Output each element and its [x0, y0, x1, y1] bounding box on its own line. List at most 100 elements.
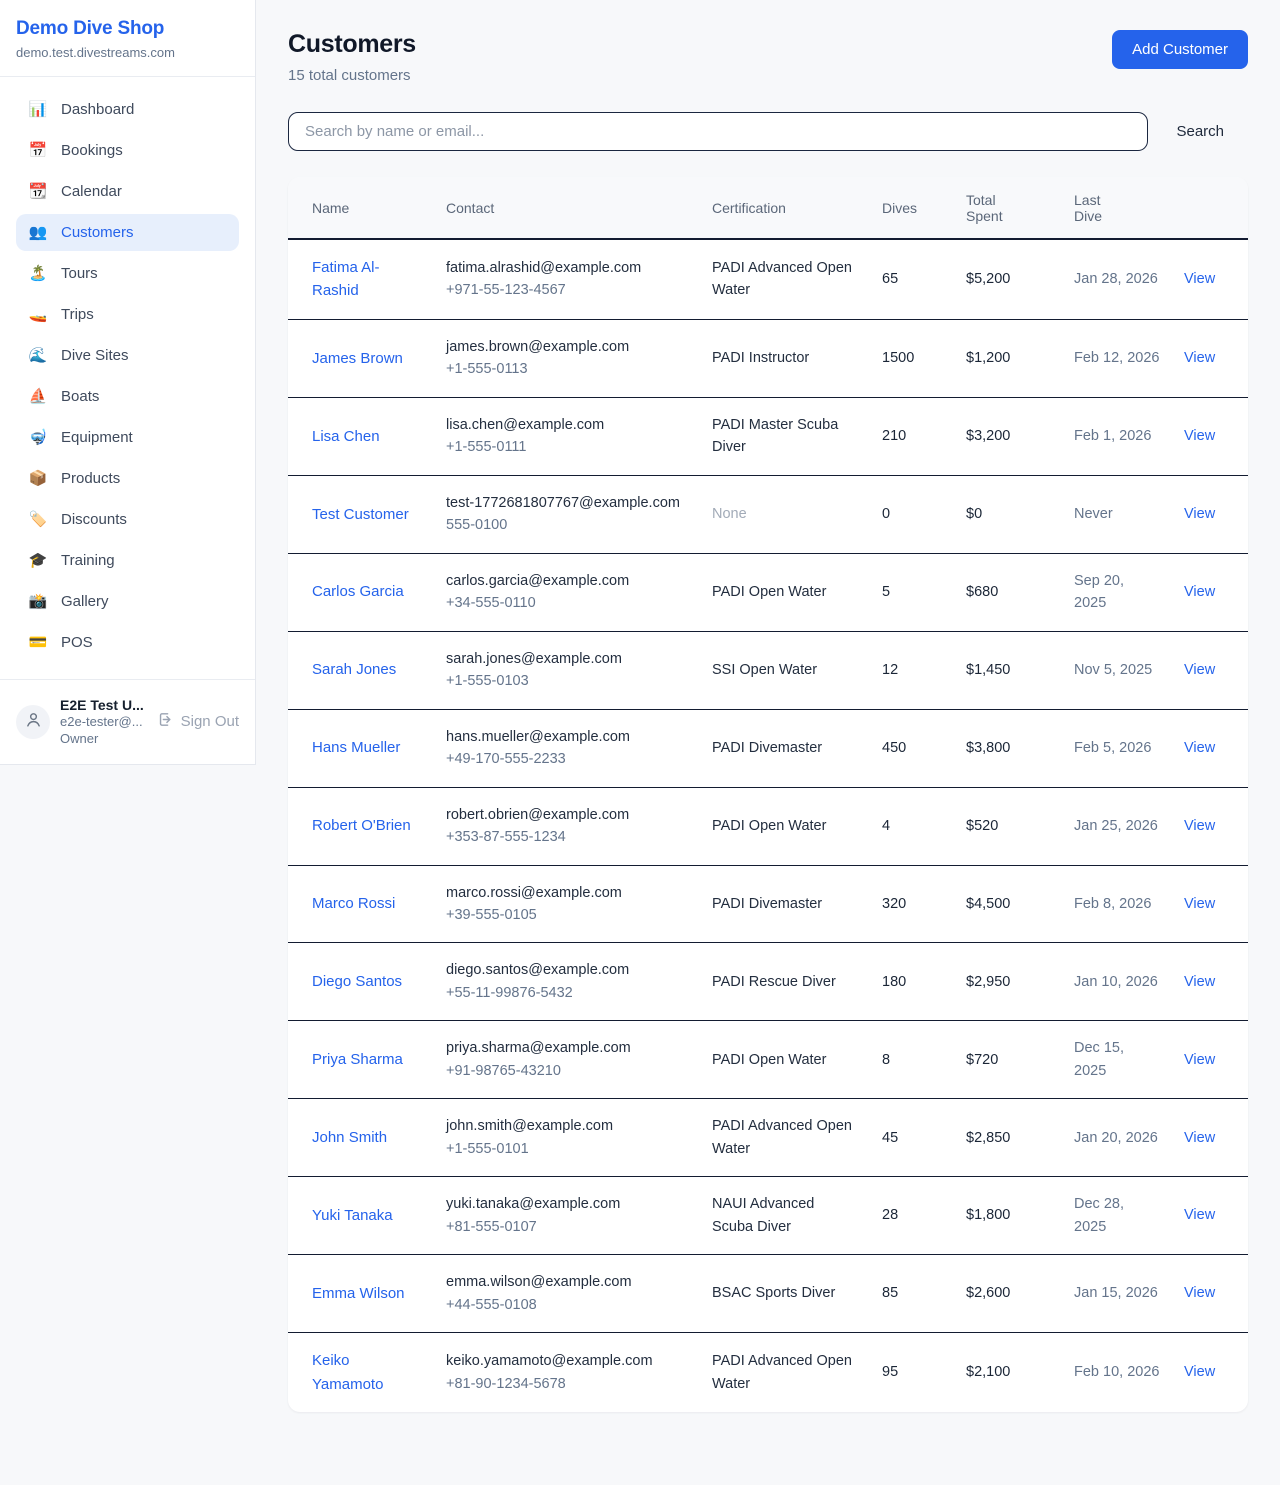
sidebar-item-gallery[interactable]: 📸 Gallery [16, 583, 239, 620]
table-row: Fatima Al-Rashid fatima.alrashid@example… [288, 239, 1248, 319]
shop-name[interactable]: Demo Dive Shop [16, 18, 239, 40]
sign-out-label: Sign Out [181, 713, 239, 730]
add-customer-button[interactable]: Add Customer [1112, 30, 1248, 69]
sidebar-item-label: Discounts [61, 511, 127, 528]
view-link[interactable]: View [1184, 1364, 1215, 1380]
customer-total-spent: $4,500 [966, 896, 1010, 912]
sidebar-item-customers[interactable]: 👥 Customers [16, 214, 239, 251]
view-link[interactable]: View [1184, 740, 1215, 756]
table-row: Emma Wilson emma.wilson@example.com +44-… [288, 1255, 1248, 1333]
view-link[interactable]: View [1184, 1052, 1215, 1068]
view-link[interactable]: View [1184, 350, 1215, 366]
view-link[interactable]: View [1184, 1130, 1215, 1146]
customer-name-link[interactable]: Hans Mueller [312, 739, 400, 756]
customer-name-link[interactable]: Priya Sharma [312, 1051, 403, 1068]
table-row: James Brown james.brown@example.com +1-5… [288, 319, 1248, 397]
sidebar-item-dive-sites[interactable]: 🌊 Dive Sites [16, 337, 239, 374]
customer-name-link[interactable]: Yuki Tanaka [312, 1207, 393, 1224]
view-link[interactable]: View [1184, 428, 1215, 444]
customer-certification: PADI Master Scuba Diver [712, 417, 838, 455]
table-row: Test Customer test-1772681807767@example… [288, 475, 1248, 553]
customer-name-link[interactable]: Carlos Garcia [312, 583, 404, 600]
customer-total-spent: $2,950 [966, 974, 1010, 990]
search-button[interactable]: Search [1148, 113, 1248, 150]
customer-name-link[interactable]: Lisa Chen [312, 428, 380, 445]
customer-dives: 320 [882, 896, 906, 912]
customer-dives: 85 [882, 1285, 898, 1301]
table-row: Sarah Jones sarah.jones@example.com +1-5… [288, 631, 1248, 709]
customer-certification: PADI Open Water [712, 584, 826, 600]
customer-name-link[interactable]: Emma Wilson [312, 1285, 405, 1302]
customers-icon: 👥 [28, 225, 48, 240]
view-link[interactable]: View [1184, 818, 1215, 834]
table-row: Keiko Yamamoto keiko.yamamoto@example.co… [288, 1333, 1248, 1412]
title-block: Customers 15 total customers [288, 30, 416, 84]
view-link[interactable]: View [1184, 506, 1215, 522]
table-row: Marco Rossi marco.rossi@example.com +39-… [288, 865, 1248, 943]
customer-name-link[interactable]: Keiko Yamamoto [312, 1352, 383, 1392]
customer-dives: 5 [882, 584, 890, 600]
sidebar-item-products[interactable]: 📦 Products [16, 460, 239, 497]
customer-name-link[interactable]: Robert O'Brien [312, 817, 411, 834]
sidebar-item-calendar[interactable]: 📆 Calendar [16, 173, 239, 210]
sidebar-item-equipment[interactable]: 🤿 Equipment [16, 419, 239, 456]
customer-phone: +1-555-0111 [446, 436, 688, 458]
customer-last-dive: Jan 25, 2026 [1074, 818, 1158, 834]
customer-name-link[interactable]: Sarah Jones [312, 661, 396, 678]
search-input[interactable] [288, 112, 1148, 151]
view-link[interactable]: View [1184, 1285, 1215, 1301]
customer-total-spent: $680 [966, 584, 998, 600]
view-link[interactable]: View [1184, 1207, 1215, 1223]
view-link[interactable]: View [1184, 662, 1215, 678]
customer-email: robert.obrien@example.com [446, 804, 688, 826]
sidebar-item-label: Bookings [61, 142, 123, 159]
customer-phone: +39-555-0105 [446, 904, 688, 926]
customer-dives: 1500 [882, 350, 914, 366]
view-link[interactable]: View [1184, 584, 1215, 600]
view-link[interactable]: View [1184, 271, 1215, 287]
customer-name-link[interactable]: James Brown [312, 350, 403, 367]
customer-dives: 65 [882, 271, 898, 287]
customer-email: sarah.jones@example.com [446, 648, 688, 670]
sign-out-button[interactable]: Sign Out [157, 711, 239, 732]
sidebar-item-dashboard[interactable]: 📊 Dashboard [16, 91, 239, 128]
tours-icon: 🏝️ [28, 266, 48, 281]
table-header-row: Name Contact Certification Dives Total S… [288, 177, 1248, 239]
user-info: E2E Test U... e2e-tester@... Owner [60, 696, 144, 748]
sidebar-nav: 📊 Dashboard 📅 Bookings 📆 Calendar 👥 Cust… [0, 77, 255, 679]
sidebar-item-label: Trips [61, 306, 94, 323]
sidebar-item-label: Customers [61, 224, 134, 241]
customer-name-link[interactable]: Test Customer [312, 506, 409, 523]
customer-certification: PADI Divemaster [712, 896, 822, 912]
sidebar-item-discounts[interactable]: 🏷️ Discounts [16, 501, 239, 538]
sidebar-item-boats[interactable]: ⛵ Boats [16, 378, 239, 415]
customer-count: 15 total customers [288, 67, 416, 84]
sidebar-item-trips[interactable]: 🚤 Trips [16, 296, 239, 333]
customer-dives: 28 [882, 1207, 898, 1223]
customer-phone: +1-555-0103 [446, 670, 688, 692]
customer-phone: +81-90-1234-5678 [446, 1373, 688, 1395]
calendar-icon: 📆 [28, 184, 48, 199]
table-row: Carlos Garcia carlos.garcia@example.com … [288, 553, 1248, 631]
sidebar-item-tours[interactable]: 🏝️ Tours [16, 255, 239, 292]
dive-sites-icon: 🌊 [28, 348, 48, 363]
customer-phone: +55-11-99876-5432 [446, 982, 688, 1004]
view-link[interactable]: View [1184, 896, 1215, 912]
customer-name-link[interactable]: Fatima Al-Rashid [312, 259, 380, 299]
customer-name-link[interactable]: Marco Rossi [312, 895, 395, 912]
sidebar-item-pos[interactable]: 💳 POS [16, 624, 239, 661]
view-link[interactable]: View [1184, 974, 1215, 990]
customer-name-link[interactable]: Diego Santos [312, 973, 402, 990]
customer-dives: 12 [882, 662, 898, 678]
customer-name-link[interactable]: John Smith [312, 1129, 387, 1146]
customer-phone: +34-555-0110 [446, 592, 688, 614]
customer-total-spent: $2,600 [966, 1285, 1010, 1301]
customers-table-card: Name Contact Certification Dives Total S… [288, 177, 1248, 1412]
sidebar-item-bookings[interactable]: 📅 Bookings [16, 132, 239, 169]
customer-certification: PADI Advanced Open Water [712, 1353, 852, 1391]
sidebar-item-training[interactable]: 🎓 Training [16, 542, 239, 579]
customer-email: hans.mueller@example.com [446, 726, 688, 748]
products-icon: 📦 [28, 471, 48, 486]
customers-table: Name Contact Certification Dives Total S… [288, 177, 1248, 1412]
customer-certification: PADI Advanced Open Water [712, 1118, 852, 1156]
